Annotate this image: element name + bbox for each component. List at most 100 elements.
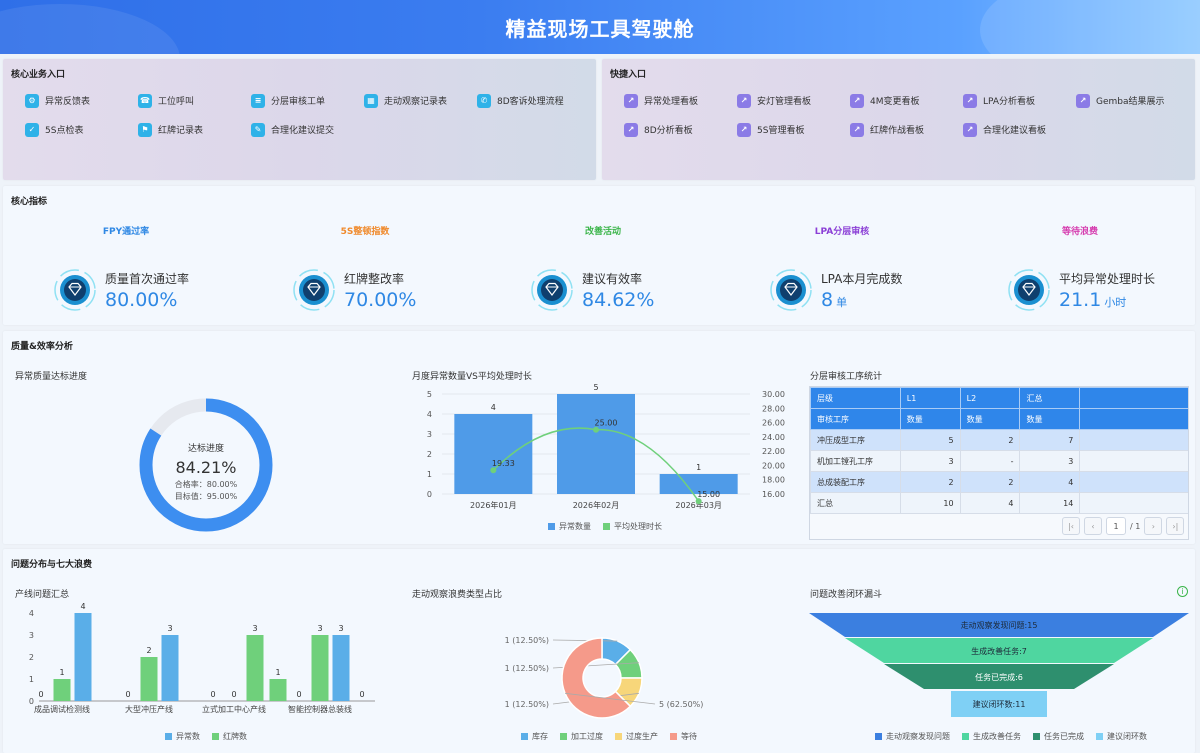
legend-item[interactable]: 加工过度 — [560, 731, 603, 742]
next-page-button[interactable]: › — [1144, 517, 1163, 535]
entry-hierarchy-2[interactable]: ≡ 分层审核工单 — [251, 93, 364, 108]
y-tick-label: 2 — [29, 653, 34, 662]
line-issues-legend: 异常数 红牌数 — [165, 731, 247, 742]
kpi-value-row: 21.1 小时 — [1059, 289, 1155, 311]
entry-gear-0[interactable]: ⚙ 异常反馈表 — [25, 93, 138, 108]
funnel-chart: 走动观察发现问题:15 生成改善任务:7 任务已完成:6 建议闭环数:11 — [809, 613, 1189, 717]
left-tick-label: 3 — [427, 430, 432, 439]
y-tick-label: 4 — [29, 609, 34, 618]
legend-item[interactable]: 任务已完成 — [1033, 731, 1084, 742]
entry-trend-chart-5[interactable]: ↗ 8D分析看板 — [624, 122, 737, 137]
panel-title: 快捷入口 — [610, 70, 647, 80]
bar-data-label: 0 — [38, 690, 43, 699]
legend-swatch — [615, 733, 622, 740]
pie-data-label: 5 (62.50%) — [659, 700, 703, 709]
quality-panel: 质量&效率分析 异常质量达标进度 达标进度 84.21% 合格率：80.00% … — [3, 331, 1195, 544]
kpi-text: 建议有效率 84.62% — [582, 270, 657, 311]
legend-swatch — [962, 733, 969, 740]
legend-item[interactable]: 异常数 — [165, 731, 200, 742]
table-header-row: 审核工序 数量 数量 数量 — [810, 408, 1188, 430]
entry-trend-chart-0[interactable]: ↗ 异常处理看板 — [624, 93, 737, 108]
legend-item[interactable]: 走动观察发现问题 — [875, 731, 950, 742]
entry-trend-chart-6[interactable]: ↗ 5S管理看板 — [737, 122, 850, 137]
kpi-card: LPA本月完成数 8 单 — [769, 268, 902, 312]
bar-data-label: 2 — [146, 646, 151, 655]
entry-label: 4M变更看板 — [870, 97, 920, 107]
legend-item[interactable]: 等待 — [670, 731, 697, 742]
entry-checklist-5[interactable]: ✓ 5S点检表 — [25, 122, 138, 137]
entry-label: 分层审核工单 — [271, 97, 326, 107]
legend-item[interactable]: 建议闭环数 — [1096, 731, 1147, 742]
kpi-tab[interactable]: 等待浪费 — [1020, 224, 1140, 237]
table-cell: 2 — [959, 471, 1021, 493]
entry-suggestion-7[interactable]: ✎ 合理化建议提交 — [251, 122, 364, 137]
entry-trend-chart-1[interactable]: ↗ 安灯管理看板 — [737, 93, 850, 108]
monthly-chart: 0 1 2 3 4 5 16.00 18.00 20.00 22.00 24.00 26.00 28.0… — [427, 383, 785, 510]
bar-anomaly — [74, 613, 92, 701]
kpi-card: 建议有效率 84.62% — [530, 268, 657, 312]
legend-item[interactable]: 异常数量 — [548, 521, 591, 532]
x-tick-label: 成品调试检测线 — [34, 704, 90, 714]
entry-flag-6[interactable]: ⚑ 红牌记录表 — [138, 122, 251, 137]
first-page-button[interactable]: |‹ — [1062, 517, 1080, 535]
kpi-tab[interactable]: LPA分层审核 — [782, 224, 902, 237]
kpi-tab[interactable]: FPY通过率 — [66, 224, 186, 237]
entry-support-4[interactable]: ✆ 8D客诉处理流程 — [477, 93, 590, 108]
pie-data-label: 1 (12.50%) — [505, 664, 549, 673]
right-tick-label: 26.00 — [762, 419, 785, 428]
funnel-title: 问题改善闭环漏斗 — [810, 590, 883, 600]
header-cell: 数量 — [899, 408, 961, 430]
entry-building-3[interactable]: ▦ 走动观察记录表 — [364, 93, 477, 108]
line-data-label: 25.00 — [595, 419, 618, 428]
table-row: 总成装配工序 2 2 4 — [810, 471, 1188, 493]
info-icon[interactable]: i — [1177, 586, 1188, 597]
entry-trend-chart-4[interactable]: ↗ Gemba结果展示 — [1076, 93, 1189, 108]
audit-table-frame: 层级 L1 L2 汇总 审核工序 数量 数量 数量 冲压成型工序 5 2 7 机加工镗孔工序 3-3 总成装… — [809, 386, 1189, 540]
legend-item[interactable]: 生成改善任务 — [962, 731, 1021, 742]
line-issues-chart: 01234014成品调试检测线023大型冲压产线0 03立式加工中心产线103 30… — [29, 602, 375, 714]
entry-trend-chart-2[interactable]: ↗ 4M变更看板 — [850, 93, 963, 108]
entry-label: LPA分析看板 — [983, 97, 1036, 107]
donut-title: 异常质量达标进度 — [15, 372, 88, 382]
quick-entry-grid: ↗ 异常处理看板 ↗ 安灯管理看板 ↗ 4M变更看板 ↗ LPA分析看板 ↗ Gemba结果展示 ↗… — [624, 93, 1189, 137]
legend-item[interactable]: 红牌数 — [212, 731, 247, 742]
kpi-panel: 核心指标 FPY通过率 5S整顿指数 改善活动 LPA分层审核 等待浪费 质量首次通过率 8… — [3, 186, 1195, 325]
table-cell: 14 — [1019, 492, 1081, 514]
header-cell: L1 — [899, 387, 961, 409]
legend-label: 库存 — [532, 732, 548, 741]
legend-label: 等待 — [681, 732, 697, 741]
right-tick-label: 22.00 — [762, 447, 785, 456]
entry-label: 红牌记录表 — [158, 126, 204, 136]
entry-trend-chart-3[interactable]: ↗ LPA分析看板 — [963, 93, 1076, 108]
donut-center-value: 84.21% — [175, 458, 236, 477]
prev-page-button[interactable]: ‹ — [1084, 517, 1102, 535]
entry-trend-chart-8[interactable]: ↗ 合理化建议看板 — [963, 122, 1076, 137]
legend-item[interactable]: 过度生产 — [615, 731, 658, 742]
kpi-tab[interactable]: 5S整顿指数 — [305, 224, 425, 237]
trend-chart-icon: ↗ — [850, 93, 864, 108]
flag-icon: ⚑ — [138, 122, 152, 137]
right-tick-label: 24.00 — [762, 433, 785, 442]
legend-swatch — [875, 733, 882, 740]
trend-chart-icon: ↗ — [963, 93, 977, 108]
bar-data-label: 1 — [275, 668, 280, 677]
kpi-card: 平均异常处理时长 21.1 小时 — [1007, 268, 1155, 312]
bar-data-label: 4 — [80, 602, 85, 611]
entry-trend-chart-7[interactable]: ↗ 红牌作战看板 — [850, 122, 963, 137]
table-row: 汇总 10 4 14 — [810, 492, 1188, 514]
last-page-button[interactable]: ›| — [1166, 517, 1185, 535]
bar-anomaly-count — [557, 394, 635, 494]
page-number-input[interactable]: 1 — [1106, 517, 1126, 535]
table-cell: 3 — [1019, 450, 1081, 472]
table-cell: 7 — [1019, 429, 1081, 451]
kpi-tab[interactable]: 改善活动 — [543, 224, 663, 237]
core-entry-panel: 核心业务入口 ⚙ 异常反馈表 ☎ 工位呼叫 ≡ 分层审核工单 ▦ 走动观察记录表 ✆ 8D客诉处理… — [3, 59, 596, 180]
table-cell: 3 — [899, 450, 961, 472]
table-header-row: 层级 L1 L2 汇总 — [810, 387, 1188, 409]
legend-item[interactable]: 库存 — [521, 731, 548, 742]
donut-pass-rate: 合格率：80.00% — [175, 479, 238, 489]
trend-chart-icon: ↗ — [624, 93, 638, 108]
kpi-name: 平均异常处理时长 — [1059, 271, 1156, 286]
entry-call-1[interactable]: ☎ 工位呼叫 — [138, 93, 251, 108]
legend-item[interactable]: 平均处理时长 — [603, 521, 662, 532]
